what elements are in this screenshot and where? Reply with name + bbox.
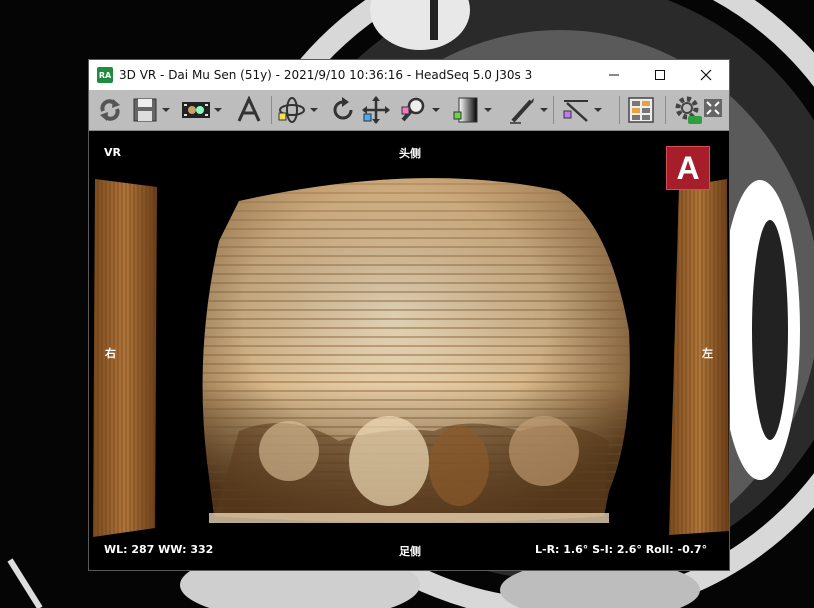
save-icon [133, 98, 157, 122]
annotation-text-icon [237, 96, 261, 122]
volume-rendering [93, 178, 729, 537]
orientation-right-label: 左 [702, 347, 713, 360]
window-level-dropdown-icon[interactable] [484, 108, 492, 112]
close-icon [700, 69, 712, 81]
fullscreen-icon [704, 99, 722, 117]
measure-pen-button[interactable] [507, 94, 548, 126]
toolbar-separator [553, 96, 554, 124]
measure-pen-dropdown-icon[interactable] [540, 108, 548, 112]
cine-button[interactable] [181, 94, 222, 126]
minimize-button[interactable] [591, 60, 637, 90]
sync-button[interactable] [95, 94, 125, 126]
rotate-3d-dropdown-icon[interactable] [310, 108, 318, 112]
orientation-cube-letter: A [676, 149, 700, 186]
pan-button[interactable] [361, 94, 391, 126]
orientation-top-label: 头侧 [399, 147, 421, 160]
cut-plane-button[interactable] [561, 94, 602, 126]
cut-plane-dropdown-icon[interactable] [594, 108, 602, 112]
title-bar[interactable]: RA 3D VR - Dai Mu Sen (51y) - 2021/9/10 … [89, 60, 729, 90]
minimize-icon [609, 74, 619, 76]
rotate-icon [333, 97, 353, 120]
sync-icon [100, 99, 120, 121]
fullscreen-button[interactable] [703, 92, 723, 124]
save-button[interactable] [131, 94, 170, 126]
toolbar [89, 90, 729, 131]
cine-icon [182, 102, 210, 118]
render-mode-label: VR [104, 146, 121, 159]
zoom-dropdown-icon[interactable] [432, 108, 440, 112]
window-title: 3D VR - Dai Mu Sen (51y) - 2021/9/10 10:… [119, 68, 533, 82]
window-level-button[interactable] [451, 94, 492, 126]
zoom-icon [401, 97, 425, 122]
toolbar-separator [271, 96, 272, 124]
rotate-3d-icon [278, 97, 305, 123]
orientation-bottom-label: 足侧 [399, 545, 421, 558]
rotate-3d-button[interactable] [277, 94, 318, 126]
layout-button[interactable] [627, 94, 655, 126]
toolbar-separator [665, 96, 666, 124]
orientation-left-label: 右 [105, 347, 116, 360]
cine-dropdown-icon[interactable] [214, 108, 222, 112]
maximize-icon [655, 70, 665, 80]
gpu-settings-icon [675, 96, 702, 124]
toolbar-separator [619, 96, 620, 124]
zoom-button[interactable] [399, 94, 440, 126]
rotate-button[interactable] [329, 94, 357, 126]
rotation-readout: L-R: 1.6° S-I: 2.6° Roll: -0.7° [535, 543, 708, 556]
close-button[interactable] [683, 60, 729, 90]
save-dropdown-icon[interactable] [162, 108, 170, 112]
window-level-icon [453, 97, 478, 123]
app-icon: RA [97, 67, 113, 83]
gpu-settings-button[interactable] [673, 94, 703, 126]
window-level-readout: WL: 287 WW: 332 [104, 543, 214, 556]
vr-viewport[interactable]: VR 头侧 右 左 足侧 WL: 287 WW: 332 L-R: 1.6° S… [89, 131, 729, 570]
annotation-text-button[interactable] [235, 94, 263, 126]
pan-icon [362, 96, 390, 124]
cut-plane-icon [563, 100, 588, 122]
orientation-cube[interactable]: A [666, 146, 710, 190]
window-controls [591, 60, 729, 90]
measure-pen-icon [510, 98, 534, 124]
maximize-button[interactable] [637, 60, 683, 90]
layout-icon [628, 97, 654, 123]
vr-window[interactable]: RA 3D VR - Dai Mu Sen (51y) - 2021/9/10 … [88, 59, 730, 571]
